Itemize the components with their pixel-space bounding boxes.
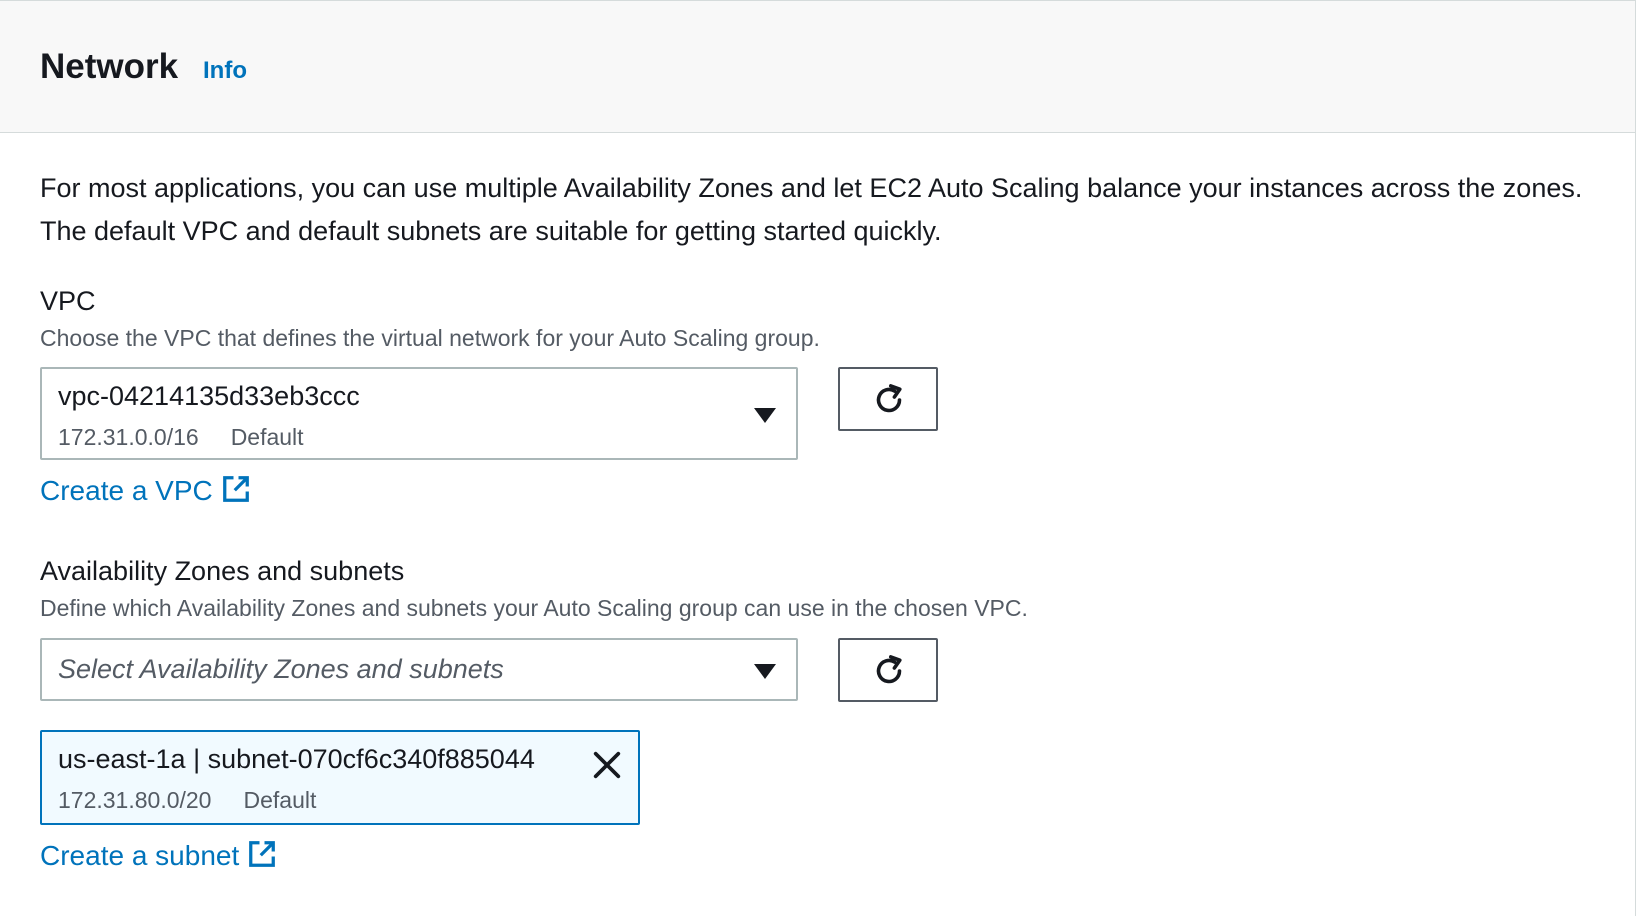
vpc-select[interactable]: vpc-04214135d33eb3ccc 172.31.0.0/16 Defau… bbox=[40, 367, 798, 460]
external-link-icon bbox=[249, 841, 276, 867]
vpc-refresh-button[interactable] bbox=[838, 367, 938, 431]
subnets-select[interactable]: Select Availability Zones and subnets bbox=[40, 638, 798, 701]
vpc-default-tag: Default bbox=[230, 424, 304, 450]
caret-down-icon bbox=[754, 664, 776, 679]
subnets-placeholder: Select Availability Zones and subnets bbox=[58, 654, 504, 684]
vpc-selected-id: vpc-04214135d33eb3ccc bbox=[58, 381, 360, 411]
network-description: For most applications, you can use multi… bbox=[40, 173, 1583, 246]
create-subnet-link-label: Create a subnet bbox=[40, 840, 240, 871]
subnet-cidr: 172.31.80.0/20 bbox=[58, 787, 212, 813]
vpc-selected-details: 172.31.0.0/16 Default bbox=[58, 424, 304, 451]
subnets-label: Availability Zones and subnets bbox=[40, 556, 405, 586]
vpc-description: Choose the VPC that defines the virtual … bbox=[40, 325, 820, 351]
external-link-icon bbox=[222, 476, 249, 502]
network-panel: Network Info For most applications, you … bbox=[0, 0, 1636, 916]
close-icon bbox=[593, 751, 621, 779]
refresh-icon bbox=[876, 384, 902, 413]
subnets-description: Define which Availability Zones and subn… bbox=[40, 595, 1028, 621]
subnet-token: us-east-1a | subnet-070cf6c340f885044 17… bbox=[40, 730, 640, 825]
vpc-label: VPC bbox=[40, 286, 96, 316]
info-link[interactable]: Info bbox=[203, 55, 247, 87]
subnet-token-name: us-east-1a | subnet-070cf6c340f885044 bbox=[58, 744, 535, 774]
panel-title: Network bbox=[40, 47, 179, 86]
remove-subnet-button[interactable] bbox=[590, 748, 624, 782]
create-vpc-link[interactable]: Create a VPC bbox=[40, 473, 251, 509]
subnet-default-tag: Default bbox=[243, 787, 317, 813]
create-subnet-link[interactable]: Create a subnet bbox=[40, 838, 277, 874]
subnets-refresh-button[interactable] bbox=[838, 638, 938, 702]
subnet-token-details: 172.31.80.0/20 Default bbox=[58, 787, 316, 814]
panel-header: Network Info bbox=[0, 1, 1635, 133]
create-vpc-link-label: Create a VPC bbox=[40, 475, 213, 506]
vpc-cidr: 172.31.0.0/16 bbox=[58, 424, 199, 450]
caret-down-icon bbox=[754, 408, 776, 423]
refresh-icon bbox=[876, 655, 902, 684]
